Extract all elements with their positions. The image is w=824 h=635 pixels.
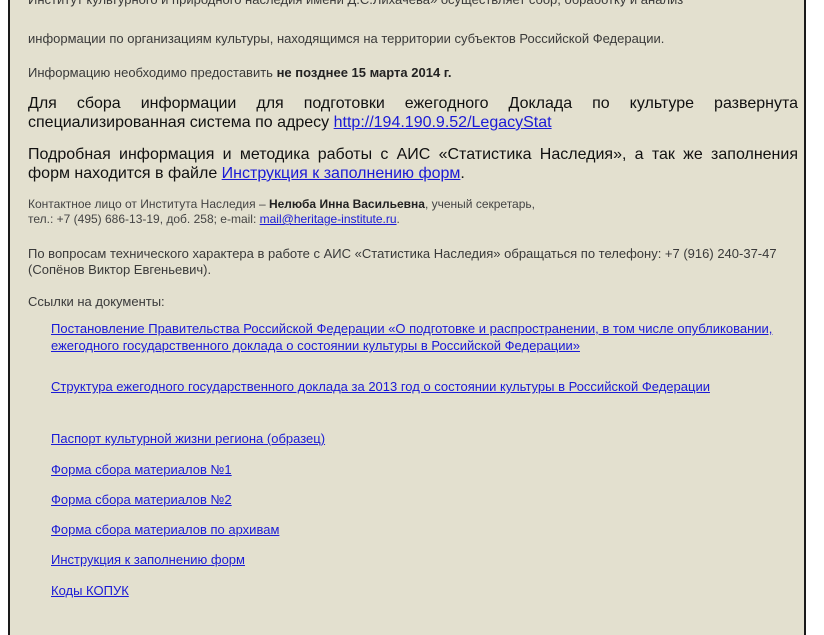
doc-link-resolution[interactable]: Постановление Правительства Российской Ф…: [51, 320, 791, 354]
deadline-prefix: Информацию необходимо предоставить: [28, 65, 277, 80]
deadline-text: Информацию необходимо предоставить не по…: [28, 65, 798, 81]
content-panel: Институт культурного и природного наслед…: [8, 0, 806, 635]
deadline-date: не позднее 15 марта 2014 г.: [276, 65, 452, 80]
docs-heading: Ссылки на документы:: [28, 294, 165, 309]
tech-support-text: По вопросам технического характера в раб…: [28, 246, 777, 277]
legacystat-link[interactable]: http://194.190.9.52/LegacyStat: [334, 114, 552, 131]
doc-link-form-1[interactable]: Форма сбора материалов №1: [51, 461, 791, 478]
page-frame: Институт культурного и природного наслед…: [0, 0, 818, 635]
contact-role: , ученый секретарь,: [424, 197, 535, 211]
contact-prefix: Контактное лицо от Института Наследия –: [28, 197, 269, 211]
instructions-suffix: .: [460, 165, 465, 182]
contact-email-suffix: .: [396, 212, 400, 226]
contact-phone: тел.: +7 (495) 686-13-19, доб. 258; e-ma…: [28, 212, 260, 226]
doc-link-archives-form[interactable]: Форма сбора материалов по архивам: [51, 521, 791, 538]
doc-link-form-2[interactable]: Форма сбора материалов №2: [51, 491, 791, 508]
doc-link-passport[interactable]: Паспорт культурной жизни региона (образе…: [51, 430, 791, 447]
instructions-link[interactable]: Инструкция к заполнению форм: [222, 165, 461, 182]
contact-text: Контактное лицо от Института Наследия – …: [28, 197, 798, 227]
contact-email-link[interactable]: mail@heritage-institute.ru: [260, 212, 397, 226]
instructions-text: Подробная информация и методика работы с…: [28, 145, 798, 183]
doc-link-instructions[interactable]: Инструкция к заполнению форм: [51, 551, 791, 568]
doc-link-kopuk-codes[interactable]: Коды КОПУК: [51, 582, 791, 599]
intro-text: информации по организациям культуры, нах…: [28, 31, 665, 46]
contact-name: Нелюба Инна Васильевна: [268, 197, 425, 211]
doc-link-report-structure[interactable]: Структура ежегодного государственного до…: [51, 378, 791, 395]
intro-cut-line: Институт культурного и природного наслед…: [28, 0, 798, 8]
system-text: Для сбора информации для подготовки ежег…: [28, 94, 798, 132]
